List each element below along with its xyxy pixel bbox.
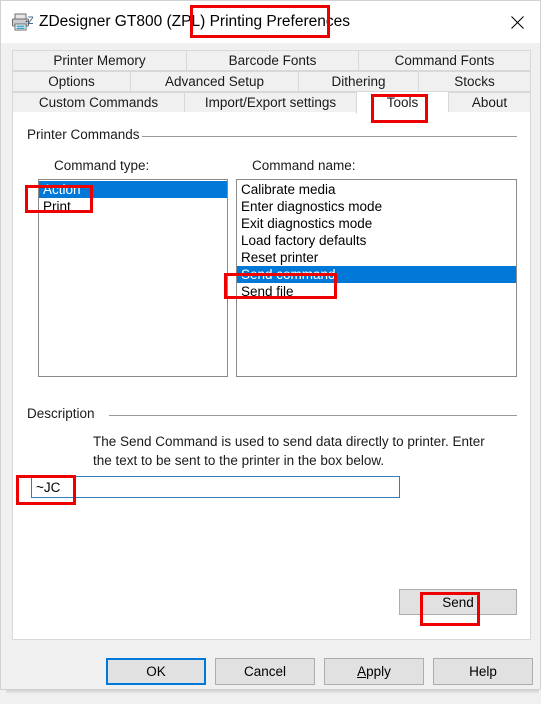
cancel-button[interactable]: Cancel: [215, 658, 315, 685]
list-item[interactable]: Calibrate media: [237, 181, 516, 198]
tab-label: Advanced Setup: [164, 74, 265, 89]
tab-row-1: Printer Memory Barcode Fonts Command Fon…: [12, 50, 531, 71]
tab-label: Import/Export settings: [204, 95, 337, 110]
description-group-label: Description: [27, 406, 101, 421]
tab-label: Dithering: [331, 74, 386, 89]
apply-rest: pply: [366, 664, 391, 679]
description-text: The Send Command is used to send data di…: [93, 434, 485, 468]
tab-advanced-setup[interactable]: Advanced Setup: [130, 71, 298, 92]
description-group: Description The Send Command is used to …: [27, 406, 517, 626]
tools-tab-panel: Printer Commands Command type: Command n…: [12, 112, 531, 640]
tab-label: Custom Commands: [38, 95, 159, 110]
tab-custom-commands[interactable]: Custom Commands: [12, 92, 184, 113]
group-divider-line: [142, 136, 517, 137]
list-item[interactable]: Load factory defaults: [237, 232, 516, 249]
list-item[interactable]: Send command: [237, 266, 516, 283]
tab-import-export-settings[interactable]: Import/Export settings: [184, 92, 356, 113]
close-button[interactable]: [494, 1, 540, 43]
svg-text:Z: Z: [28, 15, 34, 27]
list-item[interactable]: Print: [39, 198, 227, 215]
cancel-button-label: Cancel: [243, 664, 287, 679]
list-item[interactable]: Exit diagnostics mode: [237, 215, 516, 232]
window-title: ZDesigner GT800 (ZPL) Printing Preferenc…: [39, 11, 350, 33]
send-button[interactable]: Send: [399, 589, 517, 615]
apply-button-label: Apply: [357, 664, 391, 679]
help-button[interactable]: Help: [433, 658, 533, 685]
window-title-highlight: Printing Preferences: [209, 13, 350, 30]
tab-row-3: Custom Commands Import/Export settings T…: [12, 91, 531, 114]
close-icon: [510, 15, 524, 29]
tab-options[interactable]: Options: [12, 71, 130, 92]
list-item[interactable]: Send file: [237, 283, 516, 300]
command-text-input[interactable]: [31, 476, 400, 498]
tab-stocks[interactable]: Stocks: [418, 71, 531, 92]
tab-label: Options: [48, 74, 95, 89]
apply-button[interactable]: Apply: [324, 658, 424, 685]
list-item[interactable]: Action: [39, 181, 227, 198]
tab-barcode-fonts[interactable]: Barcode Fonts: [186, 50, 358, 71]
screenshot-root: Z ZDesigner GT800 (ZPL) Printing Prefere…: [0, 0, 541, 704]
command-name-listbox[interactable]: Calibrate media Enter diagnostics mode E…: [236, 179, 517, 377]
window-title-prefix: ZDesigner GT800 (ZPL): [39, 13, 206, 30]
apply-accelerator: A: [357, 664, 367, 679]
tab-label: Stocks: [454, 74, 495, 89]
tab-about[interactable]: About: [448, 92, 531, 113]
tab-command-fonts[interactable]: Command Fonts: [358, 50, 531, 71]
ok-button[interactable]: OK: [106, 658, 206, 685]
title-bar: Z ZDesigner GT800 (ZPL) Printing Prefere…: [1, 1, 540, 43]
command-type-listbox[interactable]: Action Print: [38, 179, 228, 377]
tab-label: Barcode Fonts: [228, 53, 317, 68]
command-name-label: Command name:: [252, 158, 356, 173]
command-type-label: Command type:: [54, 158, 150, 173]
send-button-label: Send: [442, 594, 474, 610]
tab-label: Tools: [386, 95, 419, 110]
tab-tools[interactable]: Tools: [356, 91, 448, 114]
group-divider-line: [109, 415, 517, 416]
tab-row-2: Options Advanced Setup Dithering Stocks: [12, 71, 531, 92]
list-item[interactable]: Enter diagnostics mode: [237, 198, 516, 215]
ok-button-label: OK: [146, 664, 166, 679]
printer-commands-group: Printer Commands Command type: Command n…: [27, 127, 517, 392]
tab-strip: Printer Memory Barcode Fonts Command Fon…: [12, 50, 531, 114]
printer-icon: Z: [11, 12, 35, 32]
printer-commands-group-label: Printer Commands: [27, 127, 146, 142]
tab-dithering[interactable]: Dithering: [298, 71, 418, 92]
list-item[interactable]: Reset printer: [237, 249, 516, 266]
tab-label: About: [471, 95, 508, 110]
help-button-label: Help: [469, 664, 497, 679]
tab-label: Command Fonts: [394, 53, 495, 68]
tab-label: Printer Memory: [53, 53, 146, 68]
window-shadow: [6, 690, 539, 694]
printing-preferences-window: Z ZDesigner GT800 (ZPL) Printing Prefere…: [0, 0, 541, 690]
tab-printer-memory[interactable]: Printer Memory: [12, 50, 186, 71]
